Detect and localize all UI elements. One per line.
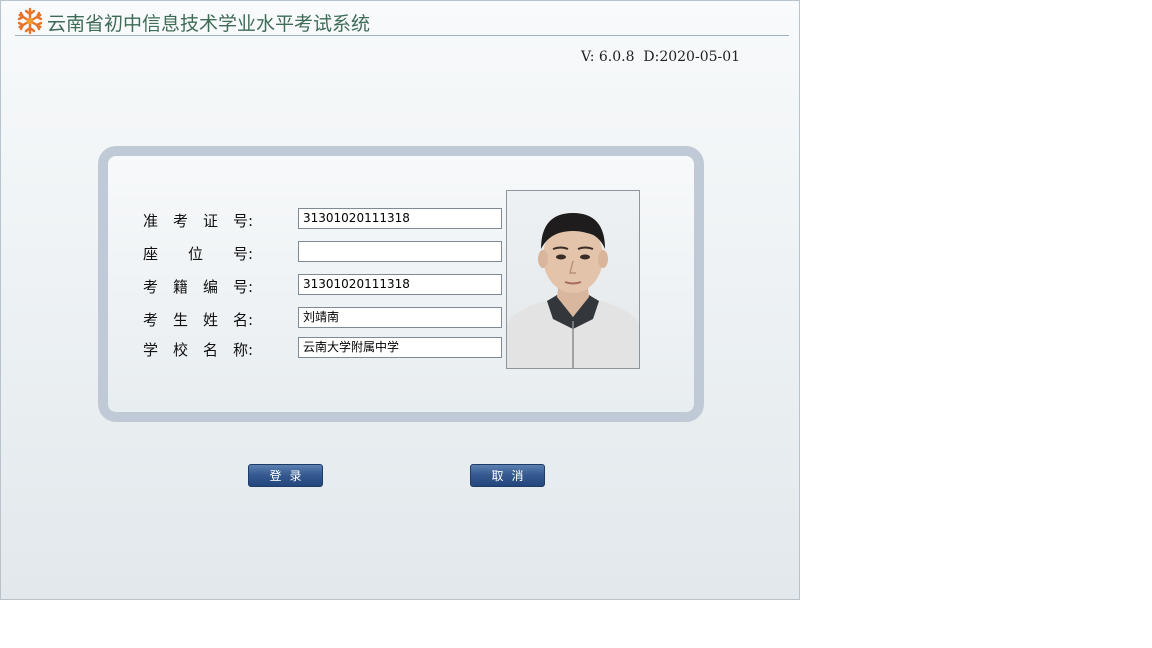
label-char: 准 (143, 212, 159, 230)
label-char: 姓 (203, 311, 219, 329)
student-photo-icon (507, 213, 639, 368)
label-char: 考 (173, 212, 189, 230)
school-name-input[interactable]: 云南大学附属中学 (298, 337, 502, 358)
label-char: 考 (143, 278, 159, 296)
seat-no-input[interactable] (298, 241, 502, 262)
label-char: 考 (143, 311, 159, 329)
cancel-button[interactable]: 取消 (470, 464, 545, 487)
admission-no-input[interactable]: 31301020111318 (298, 208, 502, 229)
label-char: 称: (233, 341, 254, 359)
label-char: 学 (143, 341, 159, 359)
version-info: V: 6.0.8 D:2020-05-01 (581, 49, 741, 65)
label-char: 号: (233, 245, 254, 263)
login-button[interactable]: 登录 (248, 464, 323, 487)
label-char: 名: (233, 311, 254, 329)
app-title: 云南省初中信息技术学业水平考试系统 (47, 13, 371, 35)
label-char: 号: (233, 212, 254, 230)
label-char: 校 (173, 341, 189, 359)
label-char: 证 (203, 212, 219, 230)
label-char: 生 (173, 311, 189, 329)
snowflake-logo-icon (17, 7, 43, 35)
label-char: 籍 (173, 278, 189, 296)
label-char: 号: (233, 278, 254, 296)
label-char: 编 (203, 278, 219, 296)
label-char: 位 (188, 245, 204, 263)
header-bar: 云南省初中信息技术学业水平考试系统 (15, 5, 789, 36)
login-panel: 准 考 证 号: 31301020111318 座 位 号: 考 籍 编 号: (98, 146, 704, 422)
student-name-input[interactable]: 刘靖南 (298, 307, 502, 328)
label-char: 座 (143, 245, 159, 263)
label-char: 名 (203, 341, 219, 359)
registry-no-input[interactable]: 31301020111318 (298, 274, 502, 295)
app-window: 云南省初中信息技术学业水平考试系统 V: 6.0.8 D:2020-05-01 … (0, 0, 800, 600)
student-photo (506, 190, 640, 369)
